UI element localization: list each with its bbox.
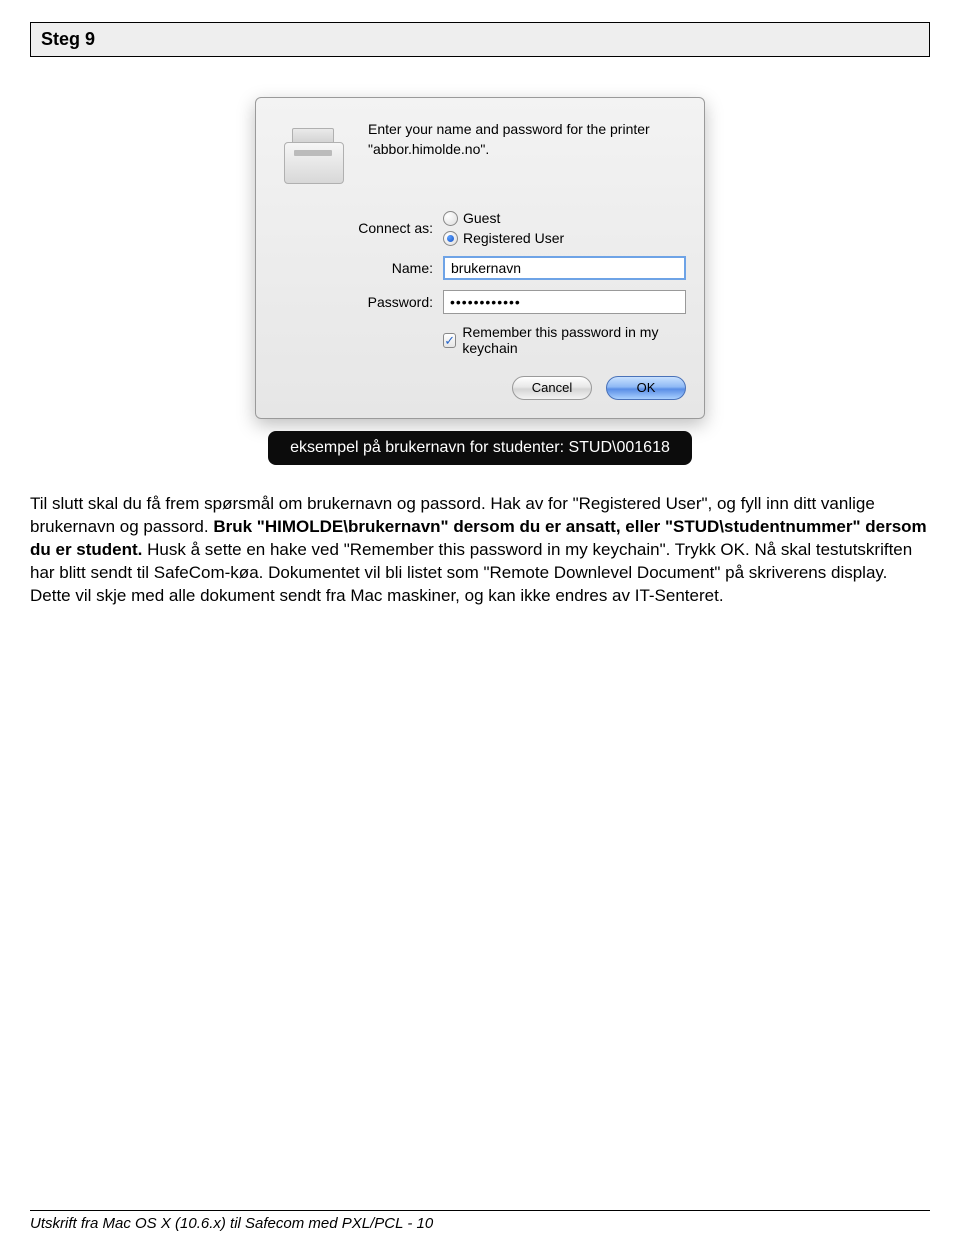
cancel-button[interactable]: Cancel bbox=[512, 376, 592, 400]
radio-registered-user[interactable]: Registered User bbox=[443, 230, 564, 246]
caption-bar: eksempel på brukernavn for studenter: ST… bbox=[268, 431, 692, 465]
step-header: Steg 9 bbox=[30, 22, 930, 57]
body-part-2: Husk å sette en hake ved "Remember this … bbox=[30, 540, 912, 605]
registered-label: Registered User bbox=[463, 230, 564, 246]
radio-icon bbox=[443, 231, 458, 246]
remember-label: Remember this password in my keychain bbox=[462, 324, 686, 356]
connect-as-label: Connect as: bbox=[278, 220, 443, 236]
name-label: Name: bbox=[278, 260, 443, 276]
printer-icon bbox=[278, 122, 350, 192]
dialog-prompt: Enter your name and password for the pri… bbox=[368, 120, 686, 159]
instruction-paragraph: Til slutt skal du få frem spørsmål om br… bbox=[30, 493, 930, 608]
check-icon: ✓ bbox=[443, 333, 456, 348]
guest-label: Guest bbox=[463, 210, 500, 226]
auth-dialog: Enter your name and password for the pri… bbox=[255, 97, 705, 419]
remember-checkbox-row[interactable]: ✓ Remember this password in my keychain bbox=[443, 324, 686, 356]
radio-guest[interactable]: Guest bbox=[443, 210, 564, 226]
password-label: Password: bbox=[278, 294, 443, 310]
page-footer: Utskrift fra Mac OS X (10.6.x) til Safec… bbox=[30, 1210, 930, 1232]
radio-icon bbox=[443, 211, 458, 226]
name-input[interactable] bbox=[443, 256, 686, 280]
password-input[interactable] bbox=[443, 290, 686, 314]
ok-button[interactable]: OK bbox=[606, 376, 686, 400]
